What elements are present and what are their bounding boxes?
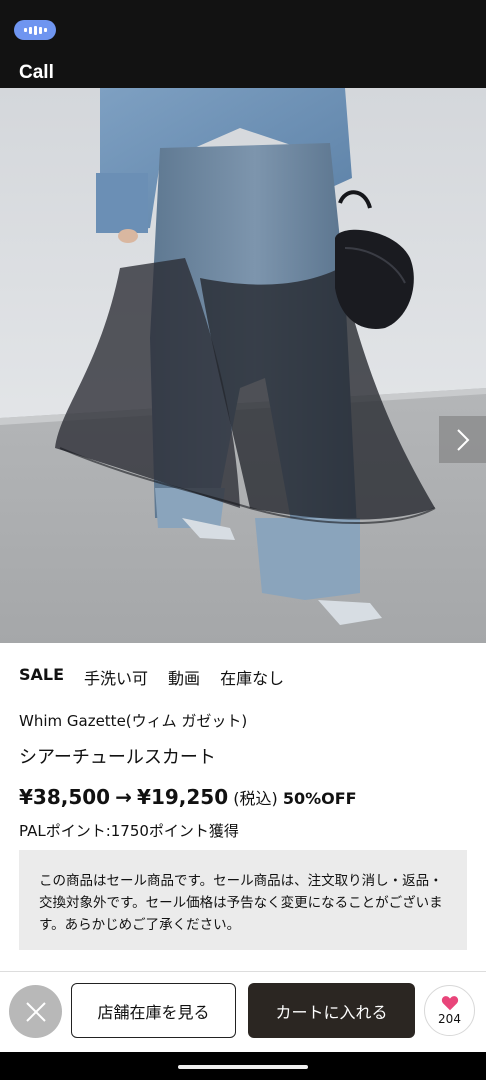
tag-out-of-stock: 在庫なし (220, 669, 285, 688)
sale-notice: この商品はセール商品です。セール商品は、注文取り消し・返品・交換対象外です。セー… (19, 850, 467, 950)
points-info: PALポイント:1750ポイント獲得 (19, 822, 239, 840)
call-label: Call (19, 62, 54, 83)
heart-icon (441, 996, 458, 1011)
close-button[interactable] (9, 985, 62, 1038)
next-image-button[interactable] (439, 416, 486, 463)
tag-sale: SALE (19, 665, 65, 684)
divider (0, 971, 486, 972)
product-name: シアーチュールスカート (19, 747, 216, 768)
price-arrow: → (115, 785, 132, 809)
status-bar: Call (0, 0, 486, 88)
original-price: ¥38,500 (19, 785, 111, 809)
tag-hand-wash: 手洗い可 (84, 669, 149, 688)
brand-name[interactable]: Whim Gazette(ウィム ガゼット) (19, 710, 247, 731)
tag-video: 動画 (168, 669, 201, 688)
store-stock-button[interactable]: 店舗在庫を見る (71, 983, 236, 1038)
close-icon (25, 1001, 46, 1022)
product-photo (0, 88, 486, 643)
product-image[interactable] (0, 88, 486, 643)
favorite-count: 204 (438, 1012, 461, 1026)
product-tags: SALE 手洗い可 動画 在庫なし (19, 665, 284, 689)
price-line: ¥38,500 → ¥19,250 (税込) 50%OFF (19, 785, 357, 809)
add-to-cart-button[interactable]: カートに入れる (248, 983, 415, 1038)
ongoing-call-icon[interactable] (14, 20, 56, 40)
favorite-button[interactable]: 204 (424, 985, 475, 1036)
home-gesture-handle[interactable] (178, 1065, 308, 1069)
chevron-right-icon (456, 428, 469, 451)
tax-note: (税込) (233, 789, 278, 808)
sale-price: ¥19,250 (137, 785, 229, 809)
discount-badge: 50%OFF (282, 789, 357, 808)
